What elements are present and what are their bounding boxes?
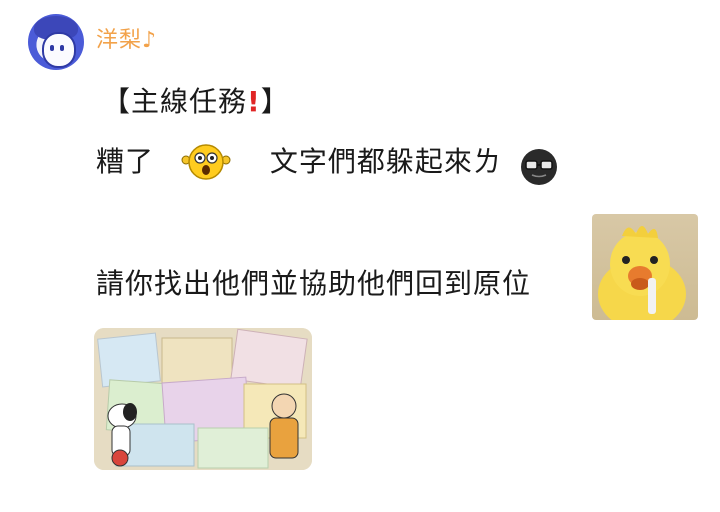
message-1: 【主線任務!】	[102, 80, 290, 120]
sunglasses-emoji-icon	[521, 149, 557, 185]
photo-collage-art	[94, 328, 312, 470]
yellow-chicken-sticker[interactable]	[592, 214, 698, 320]
snoopy-photo-collage-image[interactable]	[94, 328, 312, 470]
avatar-eye-left	[50, 45, 54, 51]
avatar-face	[42, 32, 76, 68]
message-2-text-before: 糟了	[96, 145, 155, 178]
message-1-text: 【主線任務	[102, 85, 248, 118]
message-3: 請你找出他們並協助他們回到原位	[96, 267, 532, 300]
avatar-eye-right	[60, 45, 64, 51]
message-2-text-after: 文字們都躲起來ㄌ	[269, 145, 502, 178]
linus-icon	[269, 393, 299, 459]
dizzy-face-emoji-icon	[181, 144, 231, 180]
red-exclamation-icon: !	[247, 85, 261, 118]
message-2: 糟了 文字們都躲起來ㄌ	[96, 140, 502, 180]
message-1-suffix: 】	[260, 85, 290, 118]
sender-avatar[interactable]	[28, 14, 84, 70]
chicken-sticker-art	[598, 226, 686, 320]
sender-name[interactable]: 洋梨♪	[96, 22, 157, 54]
